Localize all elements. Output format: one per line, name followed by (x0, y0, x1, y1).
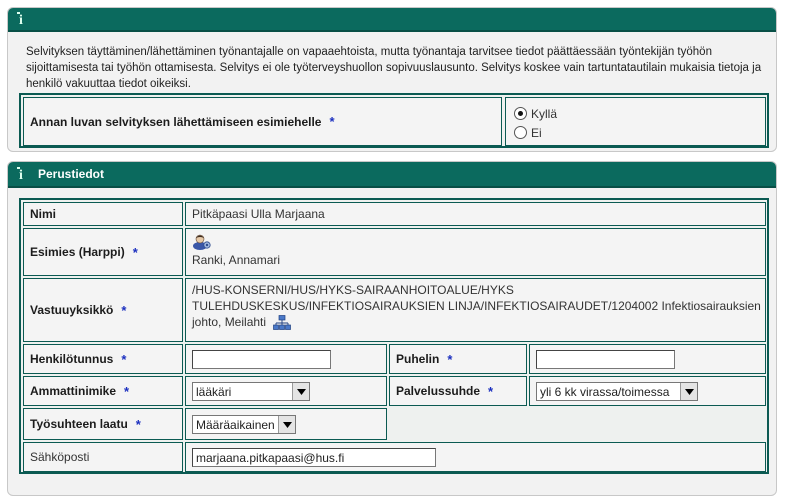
unit-value-cell: /HUS-KONSERNI/HUS/HYKS-SAIRAANHOITOALUE/… (185, 278, 766, 342)
chevron-down-icon[interactable] (292, 383, 309, 400)
required-mark: * (329, 114, 335, 129)
required-mark: * (121, 302, 127, 318)
basic-info-panel: i Perustiedot Nimi Pitkäpaasi Ulla Marja… (7, 161, 777, 496)
info-icon: i (16, 166, 30, 182)
email-label-cell: Sähköposti (23, 442, 183, 472)
chevron-down-icon[interactable] (680, 383, 697, 400)
unit-label: Vastuuyksikkö (30, 303, 114, 317)
title-select[interactable]: lääkäri (192, 382, 310, 401)
name-value: Pitkäpaasi Ulla Marjaana (192, 207, 325, 221)
consent-yes-radio[interactable] (514, 107, 527, 120)
ssn-value-cell (185, 344, 387, 374)
consent-yes-label: Kyllä (531, 106, 558, 121)
unit-label-cell: Vastuuyksikkö * (23, 278, 183, 342)
required-mark: * (124, 383, 130, 399)
ssn-input[interactable] (192, 350, 331, 369)
supervisor-value-cell: Ranki, Annamari (185, 228, 766, 276)
org-chart-icon[interactable] (273, 314, 292, 331)
consent-options-cell: Kyllä Ei (505, 97, 766, 146)
ssn-label-cell: Henkilötunnus * (23, 344, 183, 374)
phone-label: Puhelin (396, 352, 440, 366)
employment-label-cell: Palvelussuhde * (389, 376, 527, 406)
contract-select-value: Määräaikainen (196, 417, 275, 432)
consent-no-label: Ei (531, 125, 542, 140)
name-value-cell: Pitkäpaasi Ulla Marjaana (185, 202, 766, 226)
title-select-value: lääkäri (196, 384, 232, 399)
employment-label: Palvelussuhde (396, 384, 481, 398)
title-label-cell: Ammattinimike * (23, 376, 183, 406)
chevron-down-icon[interactable] (278, 416, 295, 433)
supervisor-label: Esimies (Harppi) (30, 245, 125, 259)
info-icon: i (16, 11, 30, 27)
contract-value-cell: Määräaikainen (185, 408, 387, 440)
email-input[interactable] (192, 448, 436, 467)
consent-option-no[interactable]: Ei (514, 123, 765, 142)
supervisor-label-cell: Esimies (Harppi) * (23, 228, 183, 276)
required-mark: * (121, 351, 127, 367)
employment-select[interactable]: yli 6 kk virassa/toimessa (536, 382, 698, 401)
contract-select[interactable]: Määräaikainen (192, 415, 296, 434)
basic-info-frame: Nimi Pitkäpaasi Ulla Marjaana Esimies (H… (19, 198, 769, 474)
contract-label: Työsuhteen laatu (30, 417, 128, 431)
employment-value-cell: yli 6 kk virassa/toimessa (529, 376, 766, 406)
required-mark: * (488, 383, 494, 399)
name-label: Nimi (30, 207, 57, 221)
phone-input[interactable] (536, 350, 675, 369)
consent-intro-text: Selvityksen täyttäminen/lähettäminen työ… (26, 46, 762, 90)
consent-question-frame: Annan luvan selvityksen lähettämiseen es… (19, 93, 769, 148)
name-label-cell: Nimi (23, 202, 183, 226)
svg-text:i: i (19, 168, 23, 182)
basic-info-title: Perustiedot (38, 167, 105, 181)
required-mark: * (447, 351, 453, 367)
consent-panel: i Selvityksen täyttäminen/lähettäminen t… (7, 7, 777, 152)
consent-panel-header: i (8, 8, 776, 32)
consent-no-radio[interactable] (514, 126, 527, 139)
email-value-cell (185, 442, 766, 472)
consent-question-label: Annan luvan selvityksen lähettämiseen es… (30, 114, 322, 129)
contract-label-cell: Työsuhteen laatu * (23, 408, 183, 440)
phone-value-cell (529, 344, 766, 374)
person-icon[interactable] (192, 233, 212, 250)
required-mark: * (135, 416, 141, 432)
basic-info-header: i Perustiedot (8, 162, 776, 188)
title-value-cell: lääkäri (185, 376, 387, 406)
required-mark: * (132, 244, 138, 260)
supervisor-value: Ranki, Annamari (192, 253, 281, 267)
consent-question-cell: Annan luvan selvityksen lähettämiseen es… (23, 97, 502, 146)
title-label: Ammattinimike (30, 384, 117, 398)
email-label: Sähköposti (30, 450, 90, 464)
ssn-label: Henkilötunnus (30, 352, 114, 366)
svg-text:i: i (19, 13, 23, 27)
phone-label-cell: Puhelin * (389, 344, 527, 374)
employment-select-value: yli 6 kk virassa/toimessa (540, 384, 670, 399)
consent-option-yes[interactable]: Kyllä (514, 104, 765, 123)
